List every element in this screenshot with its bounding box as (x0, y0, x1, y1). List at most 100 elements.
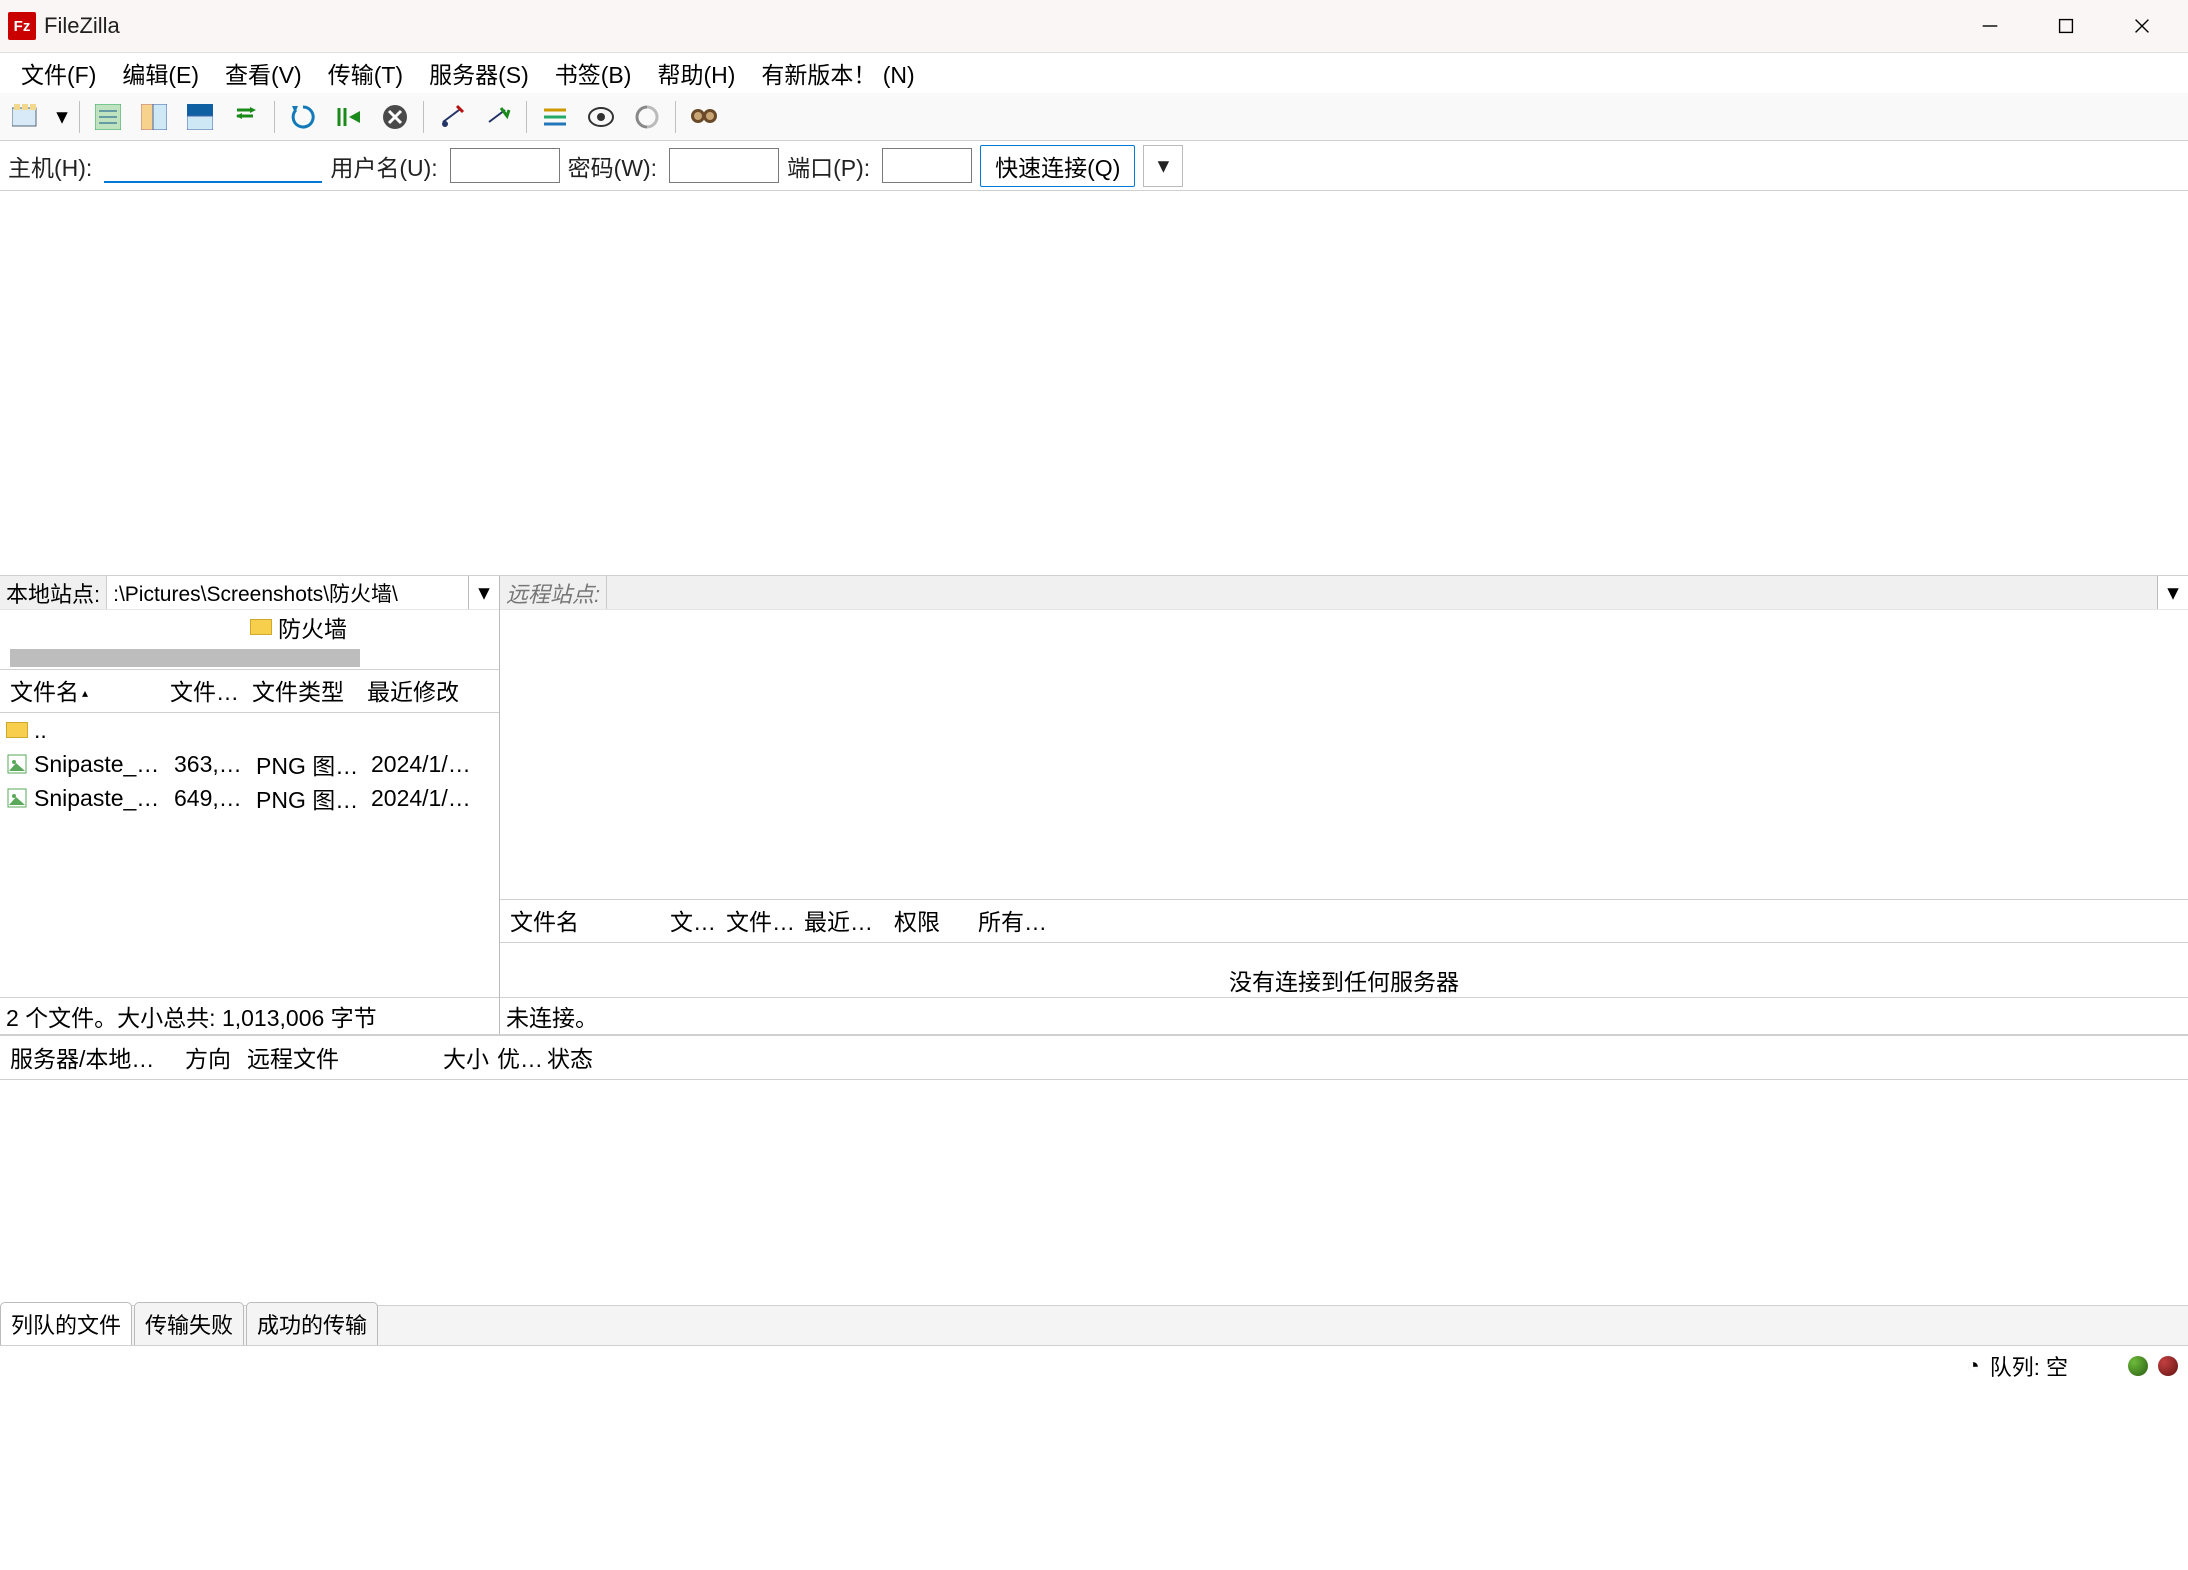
menu-newversion[interactable]: 有新版本！ (N) (748, 52, 927, 94)
quickconnect-bar: 主机(H): 用户名(U): 密码(W): 端口(P): 快速连接(Q) ▾ (0, 141, 2188, 191)
local-rows[interactable]: .. Snipaste_… 363,… PNG 图… 2024/1/… Snip… (0, 713, 499, 997)
cell-size: 649,… (174, 785, 256, 812)
qcol-status[interactable]: 状态 (543, 1040, 597, 1074)
password-label: 密码(W): (568, 149, 657, 183)
minimize-button[interactable] (1952, 0, 2028, 53)
folder-icon (250, 619, 272, 635)
qcol-server[interactable]: 服务器/本地… (6, 1040, 181, 1074)
local-status: 2 个文件。大小总共: 1,013,006 字节 (0, 997, 499, 1034)
local-site-dropdown[interactable]: ▾ (469, 579, 499, 606)
main-panes: 本地站点: :\Pictures\Screenshots\防火墙\ ▾ 防火墙 … (0, 576, 2188, 1035)
local-pane: 本地站点: :\Pictures\Screenshots\防火墙\ ▾ 防火墙 … (0, 576, 500, 1034)
col-modified[interactable]: 最近修改 (363, 673, 463, 707)
cell-size: 363,… (174, 751, 256, 778)
qcol-pri[interactable]: 优… (493, 1040, 543, 1074)
quickconnect-button[interactable]: 快速连接(Q) (980, 145, 1135, 187)
menubar: 文件(F) 编辑(E) 查看(V) 传输(T) 服务器(S) 书签(B) 帮助(… (0, 53, 2188, 93)
password-input[interactable] (669, 148, 779, 183)
port-input[interactable] (882, 148, 972, 183)
remote-file-list: 文件名 文… 文件… 最近… 权限 所有… 没有连接到任何服务器 (500, 900, 2188, 997)
remote-rows[interactable]: 没有连接到任何服务器 (500, 943, 2188, 997)
cell-type: PNG 图… (256, 781, 371, 815)
quickconnect-history-dropdown[interactable]: ▾ (1143, 145, 1183, 187)
remote-site-bar: 远程站点: ▾ (500, 576, 2188, 610)
local-site-bar: 本地站点: :\Pictures\Screenshots\防火墙\ ▾ (0, 576, 499, 610)
col-name[interactable]: 文件名 (506, 903, 666, 937)
list-item[interactable]: .. (0, 713, 499, 747)
toolbar: ▾ (0, 93, 2188, 141)
menu-edit[interactable]: 编辑(E) (109, 52, 212, 94)
process-queue-button[interactable] (327, 98, 371, 136)
message-log[interactable] (0, 191, 2188, 576)
qcol-size[interactable]: 大小 (433, 1040, 493, 1074)
local-tree-folder-label: 防火墙 (278, 610, 347, 644)
compare-button[interactable] (579, 98, 623, 136)
cell-mod: 2024/1/… (371, 751, 471, 778)
remote-columns: 文件名 文… 文件… 最近… 权限 所有… (500, 900, 2188, 943)
toggle-log-button[interactable] (86, 98, 130, 136)
queue-body[interactable] (0, 1080, 2188, 1305)
qcol-remote[interactable]: 远程文件 (243, 1040, 433, 1074)
maximize-button[interactable] (2028, 0, 2104, 53)
statusbar: ◔ 队列: 空 (0, 1345, 2188, 1385)
col-name[interactable]: 文件名 (6, 673, 166, 707)
menu-help[interactable]: 帮助(H) (644, 52, 748, 94)
refresh-button[interactable] (281, 98, 325, 136)
queue-tabs: 列队的文件 传输失败 成功的传输 (0, 1305, 2188, 1345)
col-owner[interactable]: 所有… (974, 903, 1051, 937)
host-input[interactable] (104, 148, 322, 183)
menu-bookmark[interactable]: 书签(B) (542, 52, 645, 94)
remote-status: 未连接。 (500, 997, 2188, 1034)
search-button[interactable] (682, 98, 726, 136)
window-controls (1952, 0, 2180, 53)
cell-name: Snipaste_… (34, 785, 174, 812)
username-input[interactable] (450, 148, 560, 183)
queue-status-text: 队列: 空 (1990, 1350, 2068, 1382)
filter-button[interactable] (533, 98, 577, 136)
col-size[interactable]: 文件… (166, 673, 248, 707)
local-tree[interactable]: 防火墙 (0, 610, 499, 670)
remote-site-path[interactable] (607, 576, 2158, 609)
host-label: 主机(H): (8, 149, 92, 183)
parent-dir: .. (34, 717, 184, 744)
sync-browse-button[interactable] (625, 98, 669, 136)
reconnect-button[interactable] (476, 98, 520, 136)
toggle-queue-button[interactable] (224, 98, 268, 136)
site-manager-dropdown[interactable]: ▾ (51, 98, 73, 136)
qcol-dir[interactable]: 方向 (181, 1040, 243, 1074)
remote-site-label: 远程站点: (500, 576, 607, 609)
cancel-button[interactable] (373, 98, 417, 136)
local-site-path[interactable]: :\Pictures\Screenshots\防火墙\ (107, 576, 469, 609)
menu-transfer[interactable]: 传输(T) (315, 52, 416, 94)
col-modified[interactable]: 最近… (800, 903, 890, 937)
list-item[interactable]: Snipaste_… 363,… PNG 图… 2024/1/… (0, 747, 499, 781)
disconnect-button[interactable] (430, 98, 474, 136)
col-type[interactable]: 文件类型 (248, 673, 363, 707)
port-label: 端口(P): (787, 149, 870, 183)
col-type[interactable]: 文件… (722, 903, 800, 937)
tab-succeeded[interactable]: 成功的传输 (246, 1302, 378, 1345)
menu-file[interactable]: 文件(F) (8, 52, 109, 94)
local-tree-scrollbar[interactable] (10, 649, 360, 667)
toggle-localtree-button[interactable] (132, 98, 176, 136)
toggle-remotetree-button[interactable] (178, 98, 222, 136)
close-button[interactable] (2104, 0, 2180, 53)
local-columns: 文件名 文件… 文件类型 最近修改 (0, 670, 499, 713)
transfer-queue: 服务器/本地… 方向 远程文件 大小 优… 状态 列队的文件 传输失败 成功的传… (0, 1035, 2188, 1345)
col-size[interactable]: 文… (666, 903, 722, 937)
local-file-list: 文件名 文件… 文件类型 最近修改 .. Snipaste_… 363,… PN… (0, 670, 499, 997)
site-manager-button[interactable] (5, 98, 49, 136)
remote-pane: 远程站点: ▾ 文件名 文… 文件… 最近… 权限 所有… 没有连接到任何服务器… (500, 576, 2188, 1034)
tab-queued[interactable]: 列队的文件 (0, 1302, 132, 1345)
titlebar: FileZilla (0, 0, 2188, 53)
local-tree-folder[interactable]: 防火墙 (250, 610, 347, 644)
col-perm[interactable]: 权限 (890, 903, 974, 937)
remote-tree[interactable] (500, 610, 2188, 900)
menu-server[interactable]: 服务器(S) (416, 52, 542, 94)
image-file-icon (6, 753, 28, 775)
username-label: 用户名(U): (330, 149, 437, 183)
menu-view[interactable]: 查看(V) (212, 52, 315, 94)
tab-failed[interactable]: 传输失败 (134, 1302, 244, 1345)
remote-site-dropdown[interactable]: ▾ (2158, 579, 2188, 606)
list-item[interactable]: Snipaste_… 649,… PNG 图… 2024/1/… (0, 781, 499, 815)
